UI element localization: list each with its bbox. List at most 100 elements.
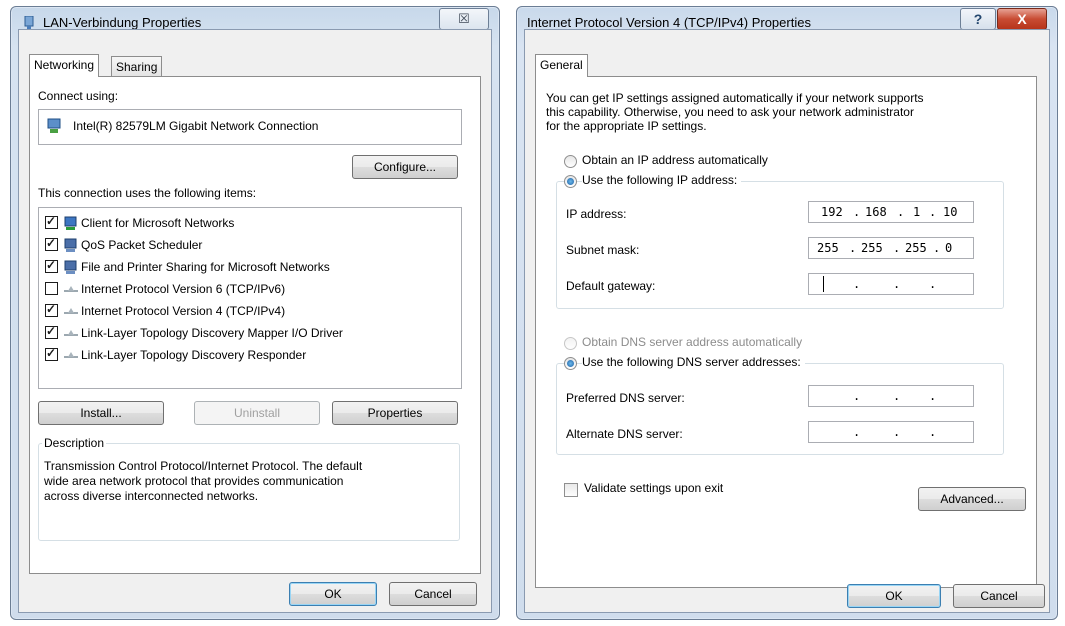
ip-octet-3: 1 <box>913 205 921 219</box>
tab-general[interactable]: General <box>535 54 588 77</box>
ip-address-input[interactable]: 192 . 168 . 1 . 10 <box>808 201 974 223</box>
description-label: Description <box>42 436 107 450</box>
ip-dot: . <box>897 205 905 219</box>
component-label: Link-Layer Topology Discovery Responder <box>81 348 307 362</box>
service-icon <box>64 260 77 274</box>
component-checkbox[interactable] <box>45 236 58 251</box>
component-label: QoS Packet Scheduler <box>81 238 203 252</box>
lan-properties-window: LAN-Verbindung Properties ☒ Networking S… <box>10 6 500 620</box>
properties-button[interactable]: Properties <box>332 401 458 425</box>
general-panel: You can get IP settings assigned automat… <box>535 76 1037 588</box>
ip-octet-1: 192 <box>821 205 843 219</box>
lan-window-title: LAN-Verbindung Properties <box>43 15 202 30</box>
items-list[interactable]: Client for Microsoft Networks QoS Packet … <box>38 207 462 389</box>
description-line3: across diverse interconnected networks. <box>44 489 259 503</box>
component-item[interactable]: File and Printer Sharing for Microsoft N… <box>39 256 459 278</box>
preferred-dns-input[interactable]: . . . <box>808 385 974 407</box>
ip-dot: . <box>893 241 901 255</box>
lan-ok-button[interactable]: OK <box>289 582 377 606</box>
preferred-dns-label: Preferred DNS server: <box>566 391 685 405</box>
component-checkbox[interactable] <box>45 324 58 339</box>
help-button[interactable]: ? <box>960 8 996 30</box>
text-cursor <box>823 276 824 292</box>
obtain-ip-radio[interactable] <box>564 155 577 168</box>
ip-dot: . <box>929 205 937 219</box>
items-label: This connection uses the following items… <box>38 186 257 200</box>
ip-dot: . <box>929 425 937 439</box>
ip-dot: . <box>893 389 901 403</box>
connect-using-label: Connect using: <box>38 89 119 103</box>
protocol-icon <box>64 308 78 314</box>
configure-button[interactable]: Configure... <box>352 155 458 179</box>
obtain-dns-label: Obtain DNS server address automatically <box>582 335 803 349</box>
ip-octet-4: 10 <box>943 205 958 219</box>
subnet-octet-2: 255 <box>861 241 883 255</box>
ip-dot: . <box>853 389 861 403</box>
close-icon: X <box>1017 11 1027 27</box>
ipv4-window-title: Internet Protocol Version 4 (TCP/IPv4) P… <box>527 15 811 30</box>
intro-line1: You can get IP settings assigned automat… <box>546 91 924 105</box>
ip-octet-2: 168 <box>865 205 887 219</box>
obtain-ip-label[interactable]: Obtain an IP address automatically <box>582 153 768 167</box>
validate-label[interactable]: Validate settings upon exit <box>584 481 723 495</box>
description-line2: wide area network protocol that provides… <box>44 474 344 488</box>
subnet-input[interactable]: 255 . 255 . 255 . 0 <box>808 237 974 259</box>
component-label: Internet Protocol Version 6 (TCP/IPv6) <box>81 282 286 296</box>
component-checkbox[interactable] <box>45 258 58 273</box>
ip-dot: . <box>929 277 937 291</box>
use-dns-radio[interactable] <box>564 357 577 370</box>
close-icon: ☒ <box>458 11 470 26</box>
component-checkbox[interactable] <box>45 282 58 295</box>
use-ip-label[interactable]: Use the following IP address: <box>582 173 742 187</box>
tab-sharing-label: Sharing <box>116 60 158 74</box>
component-item[interactable]: QoS Packet Scheduler <box>39 234 459 256</box>
protocol-icon <box>64 286 78 292</box>
use-ip-radio[interactable] <box>564 175 577 188</box>
component-checkbox[interactable] <box>45 346 58 361</box>
protocol-icon <box>64 352 78 358</box>
subnet-octet-4: 0 <box>945 241 953 255</box>
component-item[interactable]: Client for Microsoft Networks <box>39 212 459 234</box>
component-item[interactable]: Internet Protocol Version 6 (TCP/IPv6) <box>39 278 459 300</box>
install-button[interactable]: Install... <box>38 401 164 425</box>
uninstall-button: Uninstall <box>194 401 320 425</box>
help-icon: ? <box>973 11 983 27</box>
intro-line3: for the appropriate IP settings. <box>546 119 707 133</box>
network-card-icon <box>47 118 61 133</box>
alternate-dns-input[interactable]: . . . <box>808 421 974 443</box>
ipv4-ok-button[interactable]: OK <box>847 584 941 608</box>
ip-dot: . <box>893 277 901 291</box>
lan-cancel-button[interactable]: Cancel <box>389 582 477 606</box>
validate-checkbox[interactable] <box>564 483 578 497</box>
obtain-dns-radio <box>564 337 577 350</box>
tab-networking[interactable]: Networking <box>29 54 100 77</box>
component-item[interactable]: Link-Layer Topology Discovery Mapper I/O… <box>39 322 459 344</box>
gateway-label: Default gateway: <box>566 279 656 293</box>
subnet-label: Subnet mask: <box>566 243 640 257</box>
description-line1: Transmission Control Protocol/Internet P… <box>44 459 363 473</box>
tab-networking-label: Networking <box>34 58 95 72</box>
component-label: Client for Microsoft Networks <box>81 216 235 230</box>
intro-line2: this capability. Otherwise, you need to … <box>546 105 914 119</box>
ipv4-client-area: General You can get IP settings assigned… <box>524 29 1050 613</box>
component-checkbox[interactable] <box>45 214 58 229</box>
component-label: Link-Layer Topology Discovery Mapper I/O… <box>81 326 343 340</box>
gateway-input[interactable]: . . . <box>808 273 974 295</box>
subnet-octet-1: 255 <box>817 241 839 255</box>
advanced-button[interactable]: Advanced... <box>918 487 1026 511</box>
ip-dot: . <box>849 241 857 255</box>
ip-dot: . <box>853 277 861 291</box>
component-item[interactable]: Internet Protocol Version 4 (TCP/IPv4) <box>39 300 459 322</box>
subnet-octet-3: 255 <box>905 241 927 255</box>
network-client-icon <box>64 216 77 230</box>
ip-dot: . <box>933 241 941 255</box>
ipv4-close-button[interactable]: X <box>997 8 1047 30</box>
component-item[interactable]: Link-Layer Topology Discovery Responder <box>39 344 459 366</box>
ipv4-cancel-button[interactable]: Cancel <box>953 584 1045 608</box>
tab-sharing[interactable]: Sharing <box>111 56 163 77</box>
lan-close-button[interactable]: ☒ <box>439 8 489 30</box>
protocol-icon <box>64 330 78 336</box>
use-dns-label[interactable]: Use the following DNS server addresses: <box>582 355 805 369</box>
networking-panel: Connect using: Intel(R) 82579LM Gigabit … <box>29 76 481 574</box>
component-checkbox[interactable] <box>45 302 58 317</box>
